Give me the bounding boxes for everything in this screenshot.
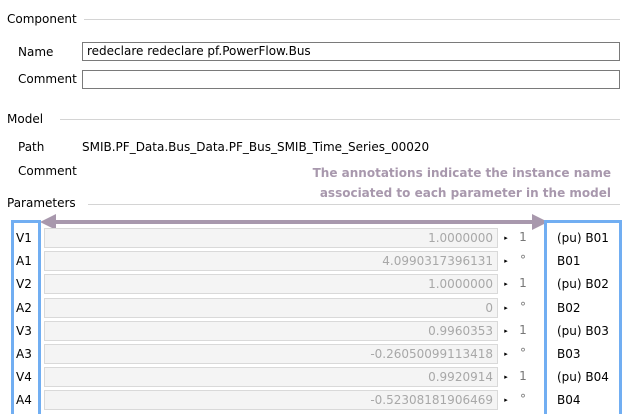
parameter-row: A3 -0.26050099113418 ▸ ° B03 (0, 343, 633, 365)
parameter-row: A2 0 ▸ ° B02 (0, 297, 633, 319)
parameter-unit: 1 (519, 276, 527, 291)
parameter-value-field[interactable]: 4.0990317396131 (44, 251, 498, 272)
parameters-group-title: Parameters (7, 196, 78, 210)
parameter-row: V4 0.9920914 ▸ 1 (pu) B04 (0, 366, 633, 388)
parameter-value-field[interactable]: 0.9960353 (44, 320, 498, 341)
parameter-value-field[interactable]: 0 (44, 297, 498, 318)
model-group-title: Model (7, 112, 46, 126)
parameter-unit: 1 (519, 369, 527, 384)
model-path: SMIB.PF_Data.Bus_Data.PF_Bus_SMIB_Time_S… (82, 140, 430, 154)
model-comment-label: Comment (18, 164, 77, 178)
name-field[interactable]: redeclare redeclare pf.PowerFlow.Bus (82, 42, 620, 61)
parameter-unit: ° (520, 299, 526, 314)
parameter-unit: 1 (519, 230, 527, 244)
parameter-comments-highlight (544, 220, 622, 414)
parameter-names-highlight (11, 220, 41, 414)
parameter-unit: ° (520, 253, 526, 268)
component-group-divider (84, 19, 620, 20)
parameter-value-field[interactable]: -0.52308181906469 (44, 390, 498, 411)
comment-field[interactable] (82, 70, 620, 89)
parameter-row: A1 4.0990317396131 ▸ ° B01 (0, 250, 633, 272)
path-label: Path (18, 140, 45, 154)
name-label: Name (18, 45, 54, 59)
model-group-divider (60, 119, 620, 120)
parameter-unit: ° (520, 346, 526, 360)
parameter-value-field[interactable]: -0.26050099113418 (44, 344, 498, 364)
parameter-row: V2 1.0000000 ▸ 1 (pu) B02 (0, 273, 633, 295)
annotation-line-1: The annotations indicate the instance na… (312, 166, 611, 180)
parameter-row: V1 1.0000000 ▸ 1 (pu) B01 (0, 227, 633, 249)
component-group-title: Component (7, 12, 79, 26)
annotation-line-2: associated to each parameter in the mode… (319, 186, 611, 200)
parameters-group-divider (88, 204, 620, 205)
parameter-value-field[interactable]: 1.0000000 (44, 228, 498, 248)
parameter-unit: ° (520, 392, 526, 407)
parameter-row: V3 0.9960353 ▸ 1 (pu) B03 (0, 320, 633, 342)
parameter-value-field[interactable]: 0.9920914 (44, 367, 498, 388)
parameter-value-field[interactable]: 1.0000000 (44, 274, 498, 295)
parameter-unit: 1 (519, 322, 527, 337)
comment-label: Comment (18, 72, 77, 86)
parameter-row: A4 -0.52308181906469 ▸ ° B04 (0, 389, 633, 411)
